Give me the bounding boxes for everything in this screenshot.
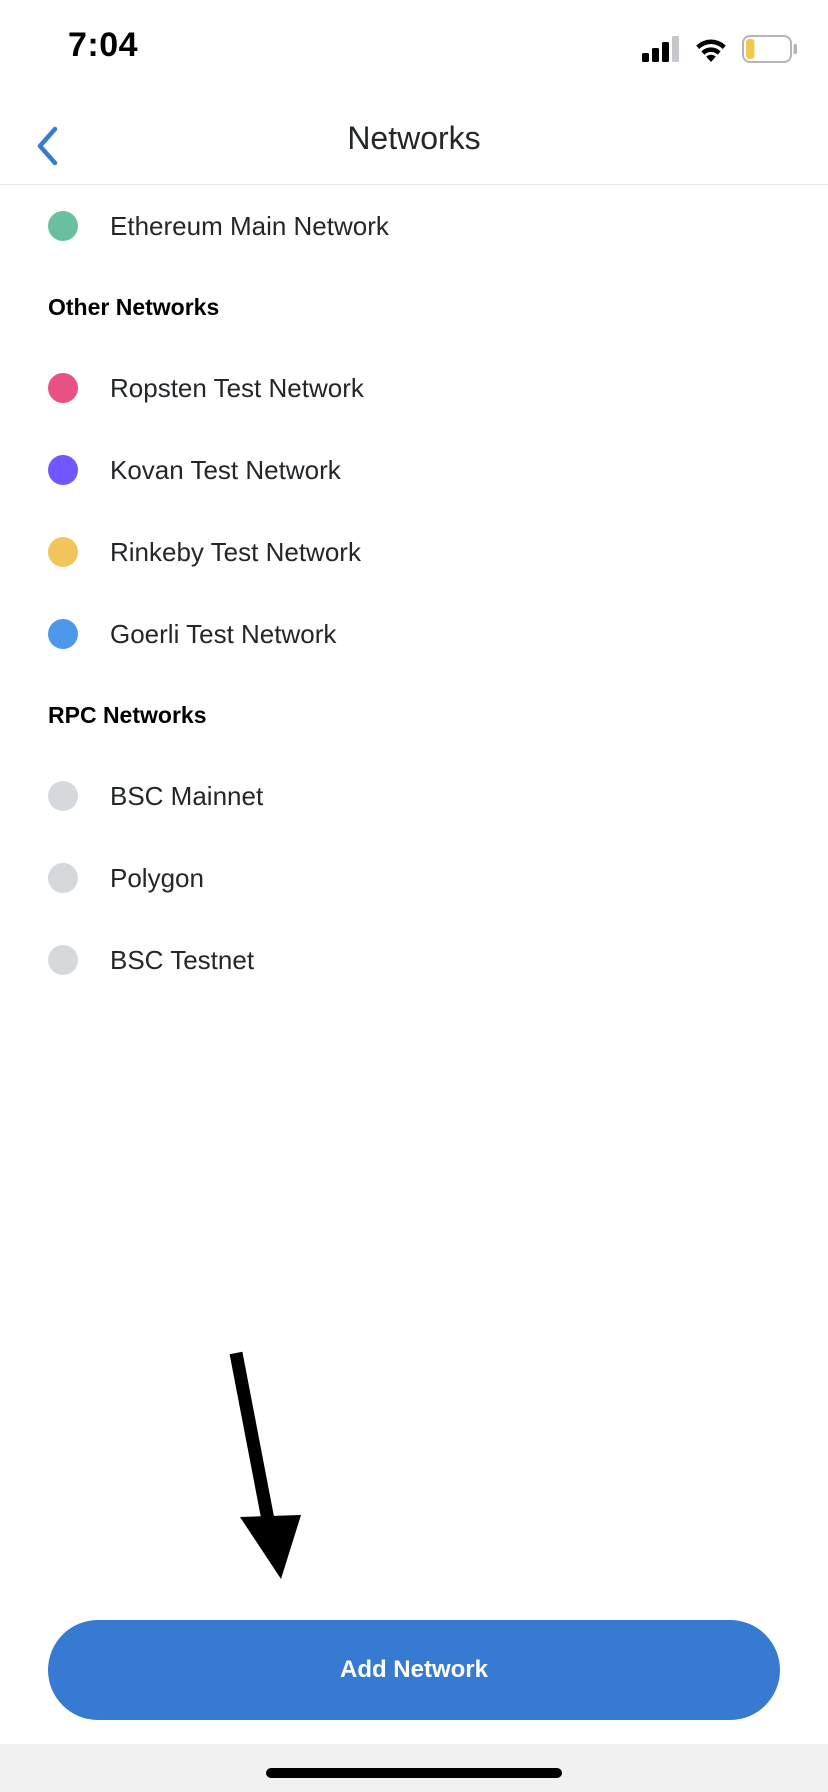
network-color-dot: [48, 945, 78, 975]
network-list: Ethereum Main Network Other Networks Rop…: [0, 185, 828, 1001]
network-label: Rinkeby Test Network: [110, 536, 361, 567]
network-color-dot: [48, 211, 78, 241]
network-label: BSC Mainnet: [110, 780, 264, 811]
network-item-ethereum-main[interactable]: Ethereum Main Network: [0, 185, 828, 267]
status-bar: 7:04: [0, 0, 828, 100]
network-item-ropsten[interactable]: Ropsten Test Network: [0, 347, 828, 429]
network-item-bsc-mainnet[interactable]: BSC Mainnet: [0, 755, 828, 837]
network-item-kovan[interactable]: Kovan Test Network: [0, 429, 828, 511]
wifi-icon: [696, 39, 726, 62]
network-color-dot: [48, 619, 78, 649]
networks-screen: 7:04 Networks Ethereum Main Network Othe…: [0, 0, 828, 1792]
network-color-dot: [48, 537, 78, 567]
battery-low-icon: [742, 35, 797, 63]
cellular-signal-icon: [642, 36, 679, 62]
home-indicator-bar: [0, 1744, 828, 1792]
network-label: Kovan Test Network: [110, 454, 341, 485]
network-color-dot: [48, 781, 78, 811]
home-indicator: [266, 1768, 562, 1778]
network-color-dot: [48, 455, 78, 485]
status-icons: [642, 34, 798, 64]
network-item-rinkeby[interactable]: Rinkeby Test Network: [0, 511, 828, 593]
network-color-dot: [48, 373, 78, 403]
navigation-header: Networks: [0, 100, 828, 185]
network-color-dot: [48, 863, 78, 893]
network-item-bsc-testnet[interactable]: BSC Testnet: [0, 919, 828, 1001]
network-item-polygon[interactable]: Polygon: [0, 837, 828, 919]
add-network-button[interactable]: Add Network: [48, 1620, 780, 1720]
network-label: BSC Testnet: [110, 944, 255, 975]
page-title: Networks: [347, 120, 481, 156]
status-time: 7:04: [68, 26, 139, 64]
battery-level-fill: [746, 39, 755, 59]
section-header-rpc-networks: RPC Networks: [48, 701, 207, 728]
network-label: Ethereum Main Network: [110, 210, 389, 241]
network-item-goerli[interactable]: Goerli Test Network: [0, 593, 828, 675]
arrow-down-icon: [229, 1351, 301, 1579]
network-label: Ropsten Test Network: [110, 372, 364, 403]
network-label: Goerli Test Network: [110, 618, 337, 649]
network-label: Polygon: [110, 862, 204, 893]
section-header-other-networks: Other Networks: [48, 293, 220, 320]
